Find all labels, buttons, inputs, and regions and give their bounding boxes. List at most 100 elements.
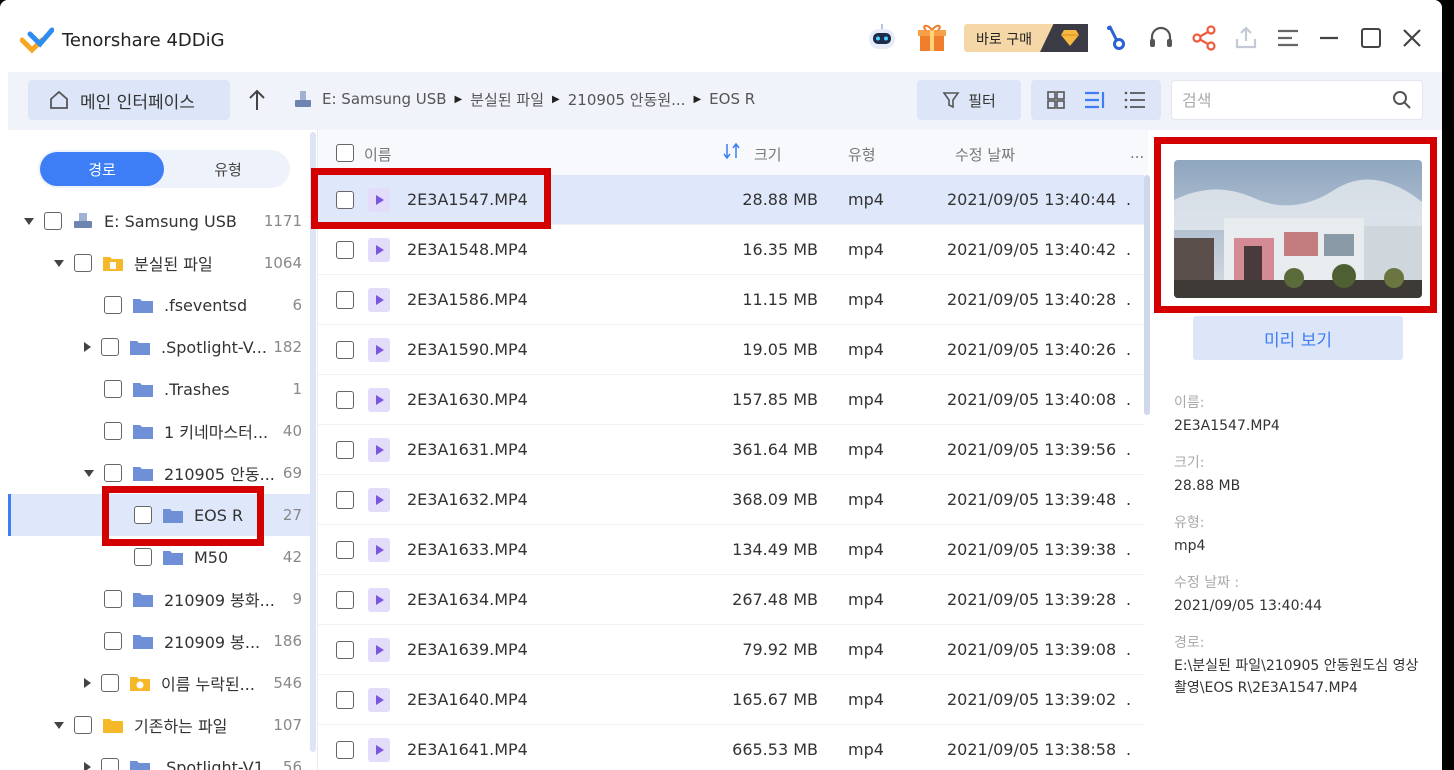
row-checkbox[interactable]: [336, 741, 354, 759]
expand-arrow-icon[interactable]: [84, 678, 91, 688]
share-icon[interactable]: [1188, 22, 1220, 54]
detail-view-icon[interactable]: [1083, 89, 1107, 111]
list-view-icon[interactable]: [1123, 89, 1147, 111]
table-row[interactable]: 2E3A1632.MP4 368.09 MB mp4 2021/09/05 13:39…: [318, 475, 1144, 525]
tree-item-checkbox[interactable]: [104, 296, 122, 314]
file-date: 2021/09/05 13:39:38: [947, 540, 1117, 559]
close-icon[interactable]: [1396, 22, 1428, 54]
row-checkbox[interactable]: [336, 691, 354, 709]
table-row[interactable]: 2E3A1586.MP4 11.15 MB mp4 2021/09/05 13:40:…: [318, 275, 1144, 325]
list-scrollbar[interactable]: [1144, 175, 1150, 415]
collapse-arrow-icon[interactable]: [54, 259, 64, 267]
breadcrumb-separator-icon: ▶: [552, 93, 560, 105]
table-row[interactable]: 2E3A1639.MP4 79.92 MB mp4 2021/09/05 13:39:…: [318, 625, 1144, 675]
row-checkbox[interactable]: [336, 291, 354, 309]
column-header-name[interactable]: 이름: [364, 144, 392, 165]
row-checkbox[interactable]: [336, 391, 354, 409]
column-header-type[interactable]: 유형: [848, 144, 876, 165]
search-input[interactable]: [1182, 89, 1382, 111]
tree-item[interactable]: 1 키네마스터... 40: [8, 410, 310, 452]
table-row[interactable]: 2E3A1641.MP4 665.53 MB mp4 2021/09/05 13:38…: [318, 725, 1144, 770]
tree-item[interactable]: .Spotlight-V1... 56: [8, 746, 310, 770]
tab-path[interactable]: 경로: [40, 152, 164, 186]
breadcrumb-item[interactable]: 210905 안동원...: [568, 89, 686, 110]
tree-item-count: 42: [282, 548, 302, 566]
table-row[interactable]: 2E3A1547.MP4 28.88 MB mp4 2021/09/05 13:40:…: [318, 175, 1144, 225]
robot-assistant-icon[interactable]: [866, 22, 898, 54]
tree-item-checkbox[interactable]: [101, 758, 119, 770]
tree-item[interactable]: 210909 봉화... 9: [8, 578, 310, 620]
column-header-more[interactable]: ...: [1130, 144, 1144, 162]
row-checkbox[interactable]: [336, 541, 354, 559]
sort-icon[interactable]: [722, 142, 742, 164]
row-checkbox[interactable]: [336, 591, 354, 609]
tree-item-checkbox[interactable]: [104, 632, 122, 650]
tree-item[interactable]: 이름 누락된... 546: [8, 662, 310, 704]
tree-item[interactable]: 기존하는 파일 107: [8, 704, 310, 746]
tree-item[interactable]: .fseventsd 6: [8, 284, 310, 326]
gift-icon[interactable]: [916, 22, 948, 54]
tree-item[interactable]: EOS R 27: [8, 494, 310, 536]
collapse-arrow-icon[interactable]: [24, 217, 34, 225]
folder-icon: [132, 380, 154, 398]
tree-item[interactable]: .Spotlight-V... 182: [8, 326, 310, 368]
row-checkbox[interactable]: [336, 191, 354, 209]
row-checkbox[interactable]: [336, 241, 354, 259]
maximize-icon[interactable]: [1355, 22, 1387, 54]
table-row[interactable]: 2E3A1634.MP4 267.48 MB mp4 2021/09/05 13:39…: [318, 575, 1144, 625]
breadcrumb-item[interactable]: 분실된 파일: [470, 89, 544, 110]
tree-item[interactable]: 210909 봉... 186: [8, 620, 310, 662]
tree-item-label: E: Samsung USB: [104, 211, 237, 231]
expand-arrow-icon[interactable]: [84, 342, 91, 352]
tree-item-checkbox[interactable]: [134, 548, 152, 566]
headset-support-icon[interactable]: [1145, 22, 1177, 54]
tree-scrollbar[interactable]: [310, 132, 316, 752]
search-icon[interactable]: [1392, 90, 1412, 110]
collapse-arrow-icon[interactable]: [54, 721, 64, 729]
table-row[interactable]: 2E3A1590.MP4 19.05 MB mp4 2021/09/05 13:40:…: [318, 325, 1144, 375]
grid-view-icon[interactable]: [1045, 89, 1067, 111]
tree-item-checkbox[interactable]: [74, 716, 92, 734]
up-arrow-icon[interactable]: [246, 88, 268, 112]
preview-button[interactable]: 미리 보기: [1193, 316, 1403, 360]
tree-item-checkbox[interactable]: [101, 338, 119, 356]
key-icon[interactable]: [1100, 22, 1132, 54]
row-checkbox[interactable]: [336, 641, 354, 659]
collapse-arrow-icon[interactable]: [84, 469, 94, 477]
tree-item[interactable]: 210905 안동... 69: [8, 452, 310, 494]
expand-arrow-icon[interactable]: [84, 762, 91, 770]
tree-item-checkbox[interactable]: [101, 674, 119, 692]
row-checkbox[interactable]: [336, 341, 354, 359]
tree-item[interactable]: E: Samsung USB 1171: [8, 200, 310, 242]
row-checkbox[interactable]: [336, 441, 354, 459]
breadcrumb-item[interactable]: EOS R: [709, 90, 755, 108]
table-row[interactable]: 2E3A1640.MP4 165.67 MB mp4 2021/09/05 13:39…: [318, 675, 1144, 725]
tree-item-checkbox[interactable]: [44, 212, 62, 230]
tree-item-checkbox[interactable]: [104, 464, 122, 482]
table-row[interactable]: 2E3A1631.MP4 361.64 MB mp4 2021/09/05 13:39…: [318, 425, 1144, 475]
column-header-size[interactable]: 크기: [754, 144, 782, 165]
table-row[interactable]: 2E3A1630.MP4 157.85 MB mp4 2021/09/05 13:40…: [318, 375, 1144, 425]
tree-item-checkbox[interactable]: [134, 506, 152, 524]
tree-item-checkbox[interactable]: [104, 590, 122, 608]
buy-now-button[interactable]: 바로 구매: [964, 24, 1088, 52]
export-icon[interactable]: [1230, 22, 1262, 54]
tree-item[interactable]: 분실된 파일 1064: [8, 242, 310, 284]
select-all-checkbox[interactable]: [336, 144, 354, 162]
tree-item[interactable]: .Trashes 1: [8, 368, 310, 410]
tab-type[interactable]: 유형: [166, 152, 290, 186]
tree-item-checkbox[interactable]: [74, 254, 92, 272]
filter-button[interactable]: 필터: [917, 80, 1021, 120]
column-header-date[interactable]: 수정 날짜: [955, 144, 1015, 165]
table-row[interactable]: 2E3A1633.MP4 134.49 MB mp4 2021/09/05 13:39…: [318, 525, 1144, 575]
tree-item-checkbox[interactable]: [104, 422, 122, 440]
menu-icon[interactable]: [1272, 22, 1304, 54]
breadcrumb-item[interactable]: E: Samsung USB: [322, 90, 447, 108]
minimize-icon[interactable]: [1313, 22, 1345, 54]
home-button[interactable]: 메인 인터페이스: [28, 80, 230, 120]
row-checkbox[interactable]: [336, 491, 354, 509]
tree-item[interactable]: M50 42: [8, 536, 310, 578]
table-row[interactable]: 2E3A1548.MP4 16.35 MB mp4 2021/09/05 13:40:…: [318, 225, 1144, 275]
tree-item-checkbox[interactable]: [104, 380, 122, 398]
